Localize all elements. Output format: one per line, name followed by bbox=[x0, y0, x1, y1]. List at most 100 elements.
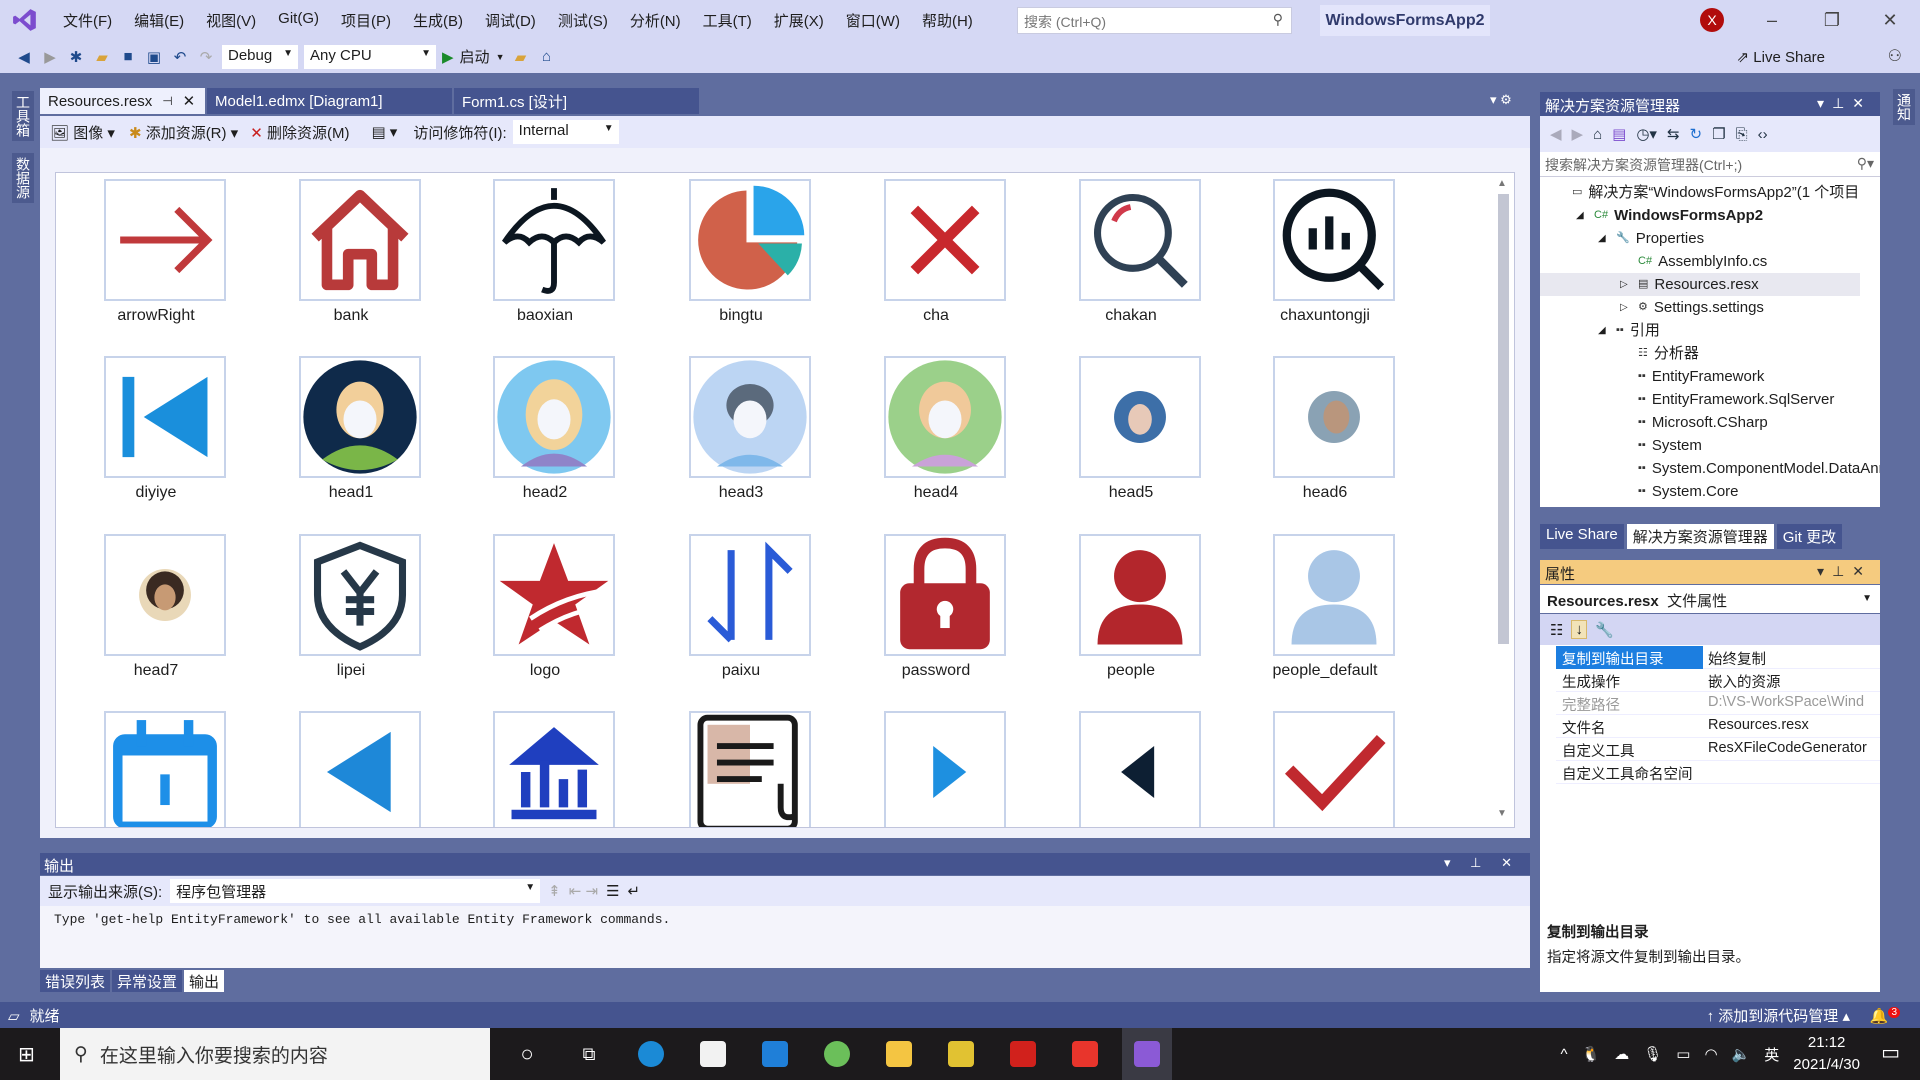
onedrive-icon[interactable]: ☁ bbox=[1614, 1045, 1629, 1063]
resource-item[interactable] bbox=[884, 179, 1006, 301]
property-row[interactable]: 文件名 Resources.resx bbox=[1556, 715, 1880, 738]
store-icon[interactable] bbox=[688, 1028, 738, 1080]
output-tab[interactable]: 输出 bbox=[184, 970, 225, 992]
edge-icon[interactable] bbox=[626, 1028, 676, 1080]
property-row[interactable]: 完整路径 D:\VS-WorkSPace\Wind bbox=[1556, 692, 1880, 715]
qq-icon[interactable]: 🐧 bbox=[1582, 1045, 1601, 1063]
property-pages-icon[interactable]: 🔧 bbox=[1595, 621, 1614, 639]
platform-select[interactable]: Any CPU ▼ bbox=[304, 44, 436, 69]
windows-start-icon[interactable]: ⊞ bbox=[18, 1042, 35, 1067]
mail-icon[interactable] bbox=[750, 1028, 800, 1080]
go-to-previous-icon[interactable]: ⇞ bbox=[548, 882, 561, 900]
resource-item[interactable] bbox=[493, 711, 615, 827]
document-tab[interactable]: Resources.resx ⊣ ✕ bbox=[40, 88, 205, 114]
resource-item[interactable] bbox=[1079, 179, 1201, 301]
resource-item[interactable] bbox=[689, 356, 811, 478]
tab-overflow-icon[interactable]: ▾ ⚙ bbox=[1490, 92, 1512, 108]
property-row[interactable]: 自定义工具 ResXFileCodeGenerator bbox=[1556, 738, 1880, 761]
minimize-button[interactable]: – bbox=[1752, 6, 1792, 34]
resource-item[interactable] bbox=[493, 356, 615, 478]
scroll-down-icon[interactable]: ▼ bbox=[1497, 808, 1507, 819]
battery-icon[interactable]: ▭ bbox=[1676, 1045, 1690, 1063]
code-view-icon[interactable]: ‹› bbox=[1758, 126, 1768, 143]
resource-item[interactable] bbox=[493, 179, 615, 301]
resource-item[interactable] bbox=[299, 356, 421, 478]
output-tab[interactable]: 错误列表 bbox=[40, 970, 111, 992]
panel-tab[interactable]: Live Share bbox=[1540, 524, 1624, 549]
resource-item[interactable] bbox=[1079, 534, 1201, 656]
resource-item[interactable] bbox=[884, 711, 1006, 827]
action-center-icon[interactable]: ▭ bbox=[1881, 1040, 1900, 1065]
resource-item[interactable] bbox=[689, 711, 811, 827]
save-icon[interactable]: ■ bbox=[118, 47, 138, 67]
tree-item[interactable]: ▪▪ System.ComponentModel.DataAnnotations bbox=[1540, 457, 1880, 480]
cortana-icon[interactable]: ○ bbox=[502, 1028, 552, 1080]
notifications-tab[interactable]: 通知 bbox=[1893, 89, 1915, 125]
collapsed-arrow-icon[interactable]: ▷ bbox=[1620, 273, 1632, 296]
tree-item[interactable]: ▭ 解决方案“WindowsFormsApp2”(1 个项目 bbox=[1540, 181, 1859, 204]
clear-all-icon[interactable]: ☰ bbox=[606, 882, 619, 900]
property-row[interactable]: 生成操作 嵌入的资源 bbox=[1556, 669, 1880, 692]
tree-item[interactable]: ▪▪ System bbox=[1540, 434, 1702, 457]
tree-item[interactable]: ▷ ⚙ Settings.settings bbox=[1540, 296, 1764, 319]
tree-item[interactable]: ▪▪ System.Core bbox=[1540, 480, 1739, 503]
property-value[interactable]: 始终复制 bbox=[1704, 646, 1880, 669]
menu-item[interactable]: 生成(B) bbox=[402, 10, 474, 31]
android-studio-icon[interactable] bbox=[812, 1028, 862, 1080]
document-tab[interactable]: Form1.cs [设计] bbox=[454, 88, 699, 114]
document-tab[interactable]: Model1.edmx [Diagram1] bbox=[207, 88, 452, 114]
view-icon[interactable]: ▤ ▾ bbox=[371, 123, 397, 141]
feedback-icon[interactable]: ⚇ bbox=[1888, 46, 1902, 66]
live-share-button[interactable]: ⇗ Live Share bbox=[1737, 48, 1825, 66]
menu-item[interactable]: 分析(N) bbox=[619, 10, 692, 31]
tree-item[interactable]: ◢ C# WindowsFormsApp2 bbox=[1540, 204, 1763, 227]
file-explorer-icon[interactable] bbox=[874, 1028, 924, 1080]
search-input[interactable]: 搜索 (Ctrl+Q) ⚲ bbox=[1017, 7, 1292, 34]
resource-item[interactable] bbox=[493, 534, 615, 656]
show-all-files-icon[interactable]: ⎘ bbox=[1736, 126, 1748, 143]
property-value[interactable] bbox=[1704, 761, 1880, 784]
tree-item[interactable]: ▪▪ Microsoft.CSharp bbox=[1540, 411, 1768, 434]
config-select[interactable]: Debug ▼ bbox=[222, 44, 298, 69]
menu-item[interactable]: 测试(S) bbox=[547, 10, 619, 31]
remove-resource-button[interactable]: ✕ 删除资源(M) bbox=[250, 122, 349, 143]
restore-button[interactable]: ❐ bbox=[1812, 6, 1852, 34]
resource-item[interactable] bbox=[299, 711, 421, 827]
menu-item[interactable]: 帮助(H) bbox=[911, 10, 984, 31]
sync-icon[interactable]: ⇆ bbox=[1667, 125, 1680, 143]
property-row[interactable]: 自定义工具命名空间 bbox=[1556, 761, 1880, 784]
redo-icon[interactable]: ↷ bbox=[196, 47, 216, 67]
resource-item[interactable] bbox=[1273, 711, 1395, 827]
undo-icon[interactable]: ↶ bbox=[170, 47, 190, 67]
resource-type-button[interactable]: 🖼 图像 ▾ bbox=[50, 122, 115, 143]
resource-item[interactable] bbox=[1079, 711, 1201, 827]
menu-item[interactable]: 工具(T) bbox=[692, 10, 763, 31]
close-icon[interactable]: ✕ bbox=[183, 92, 196, 110]
expanded-arrow-icon[interactable]: ◢ bbox=[1576, 204, 1588, 227]
open-folder-icon[interactable]: ▰ bbox=[92, 47, 112, 67]
resource-item[interactable] bbox=[689, 534, 811, 656]
resource-item[interactable] bbox=[104, 179, 226, 301]
resource-item[interactable] bbox=[884, 534, 1006, 656]
taskbar-search[interactable]: ⚲ 在这里输入你要搜索的内容 bbox=[60, 1028, 490, 1080]
visual-studio-logo-icon[interactable] bbox=[12, 7, 38, 33]
menu-item[interactable]: Git(G) bbox=[267, 10, 330, 31]
solution-search-input[interactable]: 搜索解决方案资源管理器(Ctrl+;) ⚲▾ bbox=[1540, 152, 1880, 177]
panel-controls[interactable]: ▾ ⊥ ✕ bbox=[1444, 855, 1520, 871]
resource-item[interactable] bbox=[104, 356, 226, 478]
output-tab[interactable]: 异常设置 bbox=[112, 970, 183, 992]
recorder-icon[interactable] bbox=[1060, 1028, 1110, 1080]
tree-item[interactable]: ☷ 分析器 bbox=[1540, 342, 1699, 365]
app-icon[interactable] bbox=[936, 1028, 986, 1080]
start-button[interactable]: ▶ 启动 ▼ bbox=[442, 46, 504, 67]
scrollbar-thumb[interactable] bbox=[1498, 194, 1509, 644]
menu-item[interactable]: 窗口(W) bbox=[835, 10, 911, 31]
volume-icon[interactable]: 🔈 bbox=[1732, 1045, 1751, 1063]
property-value[interactable]: ResXFileCodeGenerator bbox=[1704, 738, 1880, 761]
browser-link-icon[interactable]: ⌂ bbox=[536, 47, 556, 67]
tree-item[interactable]: C# AssemblyInfo.cs bbox=[1540, 250, 1767, 273]
user-avatar[interactable]: X bbox=[1700, 8, 1724, 32]
acrobat-icon[interactable] bbox=[998, 1028, 1048, 1080]
forward-icon[interactable]: ▶ bbox=[40, 47, 60, 67]
expanded-arrow-icon[interactable]: ◢ bbox=[1598, 319, 1610, 342]
